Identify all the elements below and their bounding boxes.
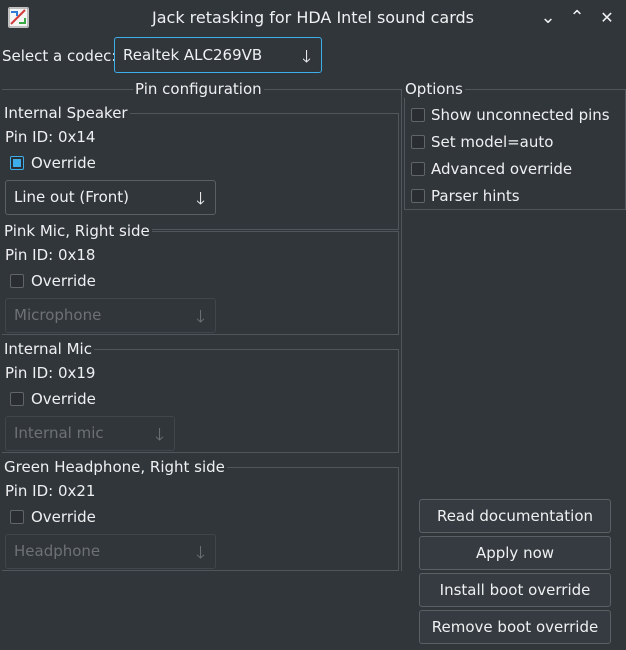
pin-function-value: Headphone xyxy=(14,542,101,560)
arrow-down-icon: 🡓 xyxy=(155,425,164,445)
advanced-override-checkbox[interactable] xyxy=(411,162,425,176)
override-label: Override xyxy=(31,508,96,526)
title-bar: Jack retasking for HDA Intel sound cards… xyxy=(0,0,626,36)
pin-function-value: Internal mic xyxy=(14,424,104,442)
options-title: Options xyxy=(403,80,465,98)
pin-id: Pin ID: 0x14 xyxy=(5,128,96,146)
pin-function-value: Line out (Front) xyxy=(14,188,130,206)
arrow-down-icon: 🡓 xyxy=(196,543,205,563)
override-label: Override xyxy=(31,390,96,408)
codec-select-value: Realtek ALC269VB xyxy=(123,46,263,64)
pin-name: Pink Mic, Right side xyxy=(2,222,152,240)
override-checkbox[interactable] xyxy=(10,510,24,524)
pin-name: Internal Speaker xyxy=(2,104,130,122)
minimize-icon[interactable]: ⌄ xyxy=(537,7,559,29)
option-label: Set model=auto xyxy=(431,133,554,151)
pin-function-select[interactable]: Internal mic 🡓 xyxy=(5,416,175,451)
pin-function-select[interactable]: Headphone 🡓 xyxy=(5,534,216,569)
install-boot-override-button[interactable]: Install boot override xyxy=(419,573,611,607)
remove-boot-override-button[interactable]: Remove boot override xyxy=(419,610,611,644)
parser-hints-checkbox[interactable] xyxy=(411,189,425,203)
pin-name: Internal Mic xyxy=(2,340,94,358)
codec-select[interactable]: Realtek ALC269VB 🡓 xyxy=(114,37,322,73)
override-label: Override xyxy=(31,272,96,290)
maximize-icon[interactable]: ⌃ xyxy=(566,7,588,29)
pin-id: Pin ID: 0x18 xyxy=(5,246,96,264)
arrow-down-icon: 🡓 xyxy=(196,189,205,209)
pin-configuration-title: Pin configuration xyxy=(133,80,264,98)
option-label: Show unconnected pins xyxy=(431,106,610,124)
set-model-auto-checkbox[interactable] xyxy=(411,135,425,149)
apply-now-button[interactable]: Apply now xyxy=(419,536,611,570)
override-label: Override xyxy=(31,154,96,172)
option-label: Parser hints xyxy=(431,187,520,205)
pin-function-select[interactable]: Line out (Front) 🡓 xyxy=(5,180,216,215)
override-checkbox[interactable] xyxy=(10,274,24,288)
option-label: Advanced override xyxy=(431,160,573,178)
window-title: Jack retasking for HDA Intel sound cards xyxy=(152,8,474,27)
pin-function-select[interactable]: Microphone 🡓 xyxy=(5,298,216,333)
pin-name: Green Headphone, Right side xyxy=(2,458,227,476)
arrow-down-icon: 🡓 xyxy=(196,307,205,327)
show-unconnected-pins-checkbox[interactable] xyxy=(411,108,425,122)
pin-id: Pin ID: 0x21 xyxy=(5,482,96,500)
codec-label: Select a codec: xyxy=(2,47,117,65)
pin-id: Pin ID: 0x19 xyxy=(5,364,96,382)
close-icon[interactable]: ✕ xyxy=(596,7,618,29)
arrow-down-icon: 🡓 xyxy=(302,47,311,67)
read-documentation-button[interactable]: Read documentation xyxy=(419,499,611,533)
override-checkbox[interactable] xyxy=(10,392,24,406)
override-checkbox[interactable] xyxy=(10,156,24,170)
pin-function-value: Microphone xyxy=(14,306,102,324)
